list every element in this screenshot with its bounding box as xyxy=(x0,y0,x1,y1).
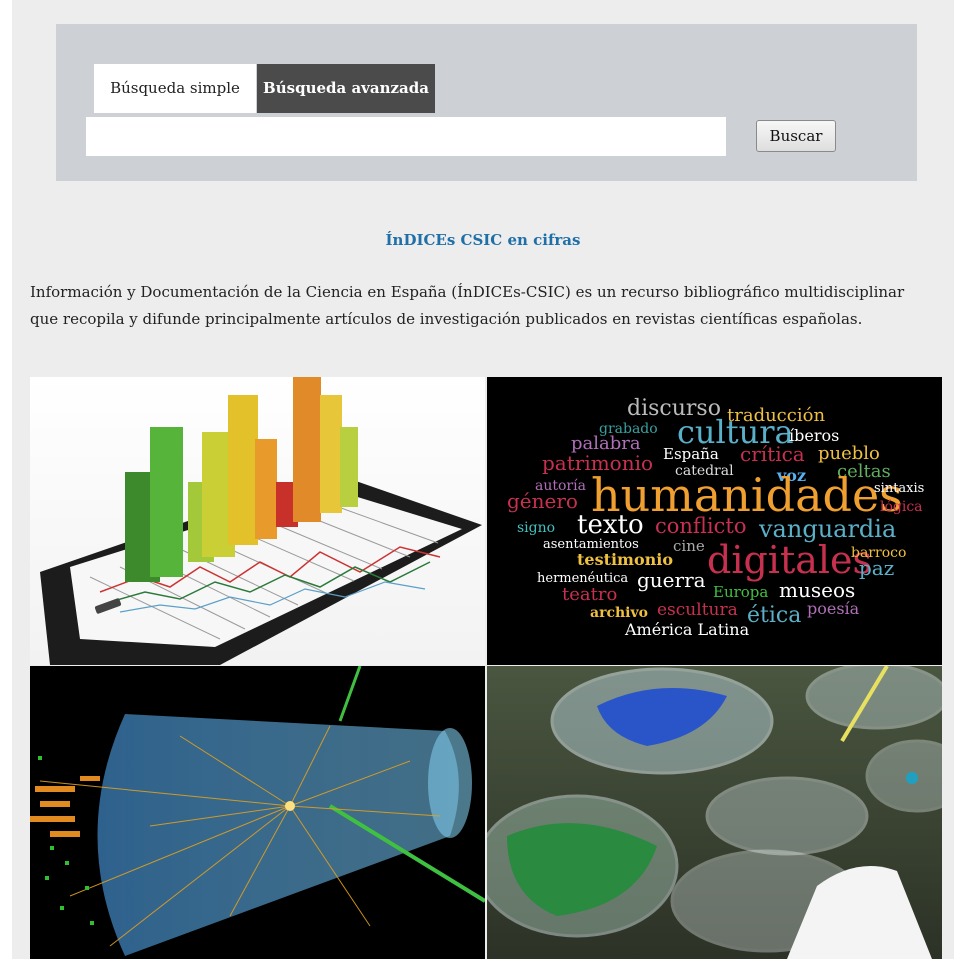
word-cloud-image: discurso traducción grabado palabra cult… xyxy=(487,377,942,665)
page: Búsqueda simple Búsqueda avanzada Buscar… xyxy=(12,0,954,959)
word-digitales: digitales xyxy=(707,538,872,582)
word-archivo: archivo xyxy=(590,605,648,621)
particle-collision-image xyxy=(30,666,485,959)
word-conflicto: conflicto xyxy=(655,514,747,538)
word-cine: cine xyxy=(673,537,705,555)
tablet-chart-image xyxy=(30,377,485,665)
word-texto: texto xyxy=(577,510,644,540)
word-sintaxis: sintaxis xyxy=(874,481,924,496)
search-input[interactable] xyxy=(86,117,726,156)
word-espana: España xyxy=(663,445,719,463)
word-europa: Europa xyxy=(713,583,768,601)
tab-busqueda-avanzada[interactable]: Búsqueda avanzada xyxy=(257,64,435,113)
word-teatro: teatro xyxy=(562,584,617,605)
word-logica: lógica xyxy=(880,499,923,515)
word-paz: paz xyxy=(859,556,894,580)
search-panel: Búsqueda simple Búsqueda avanzada Buscar xyxy=(56,24,917,181)
image-grid: discurso traducción grabado palabra cult… xyxy=(30,377,944,959)
word-critica: crítica xyxy=(740,442,805,466)
intro-paragraph: Información y Documentación de la Cienci… xyxy=(30,283,905,328)
word-etica: ética xyxy=(747,603,801,628)
word-guerra: guerra xyxy=(637,568,706,592)
tab-busqueda-simple[interactable]: Búsqueda simple xyxy=(94,64,256,113)
word-america-latina: América Latina xyxy=(624,620,750,639)
word-poesia: poesía xyxy=(807,599,860,618)
petri-dishes-image xyxy=(487,666,942,959)
search-button[interactable]: Buscar xyxy=(756,120,836,152)
section-title[interactable]: ÍnDICEs CSIC en cifras xyxy=(12,231,954,249)
word-escultura: escultura xyxy=(657,600,738,620)
word-testimonio: testimonio xyxy=(577,550,673,569)
word-genero: género xyxy=(507,489,578,513)
word-signo: signo xyxy=(517,520,555,536)
